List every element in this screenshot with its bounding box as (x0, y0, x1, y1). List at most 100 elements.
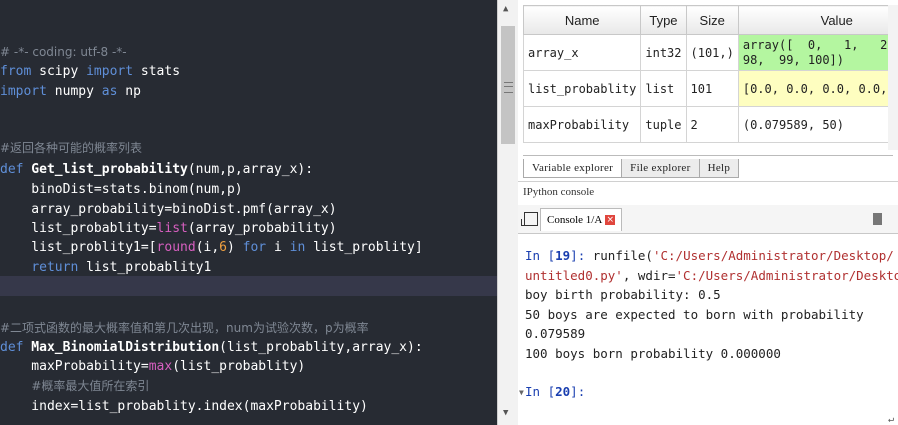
code-editor[interactable]: # -*- coding: utf-8 -*- from scipy import… (0, 0, 497, 425)
var-size: 2 (685, 106, 739, 143)
code-token: list (156, 221, 188, 236)
var-type: list (640, 70, 687, 107)
code-token: ) (227, 240, 243, 255)
col-header-type[interactable]: Type (640, 5, 687, 35)
code-token: import (86, 64, 134, 79)
options-icon[interactable] (873, 213, 882, 225)
code-line: # -*- coding: utf-8 -*- (0, 42, 127, 62)
code-token: binoDist=stats.binom(num,p) (0, 182, 243, 197)
code-token: #概率最大值所在索引 (31, 379, 150, 393)
code-line: index=list_probablity.index(maxProbabili… (0, 397, 368, 417)
console-output-line: 0.079589 (525, 326, 586, 341)
code-token: list_probablity1 (78, 260, 212, 275)
code-line: def Get_list_probability(num,p,array_x): (0, 160, 313, 180)
close-icon[interactable]: × (605, 215, 616, 226)
wdir-label: , wdir= (622, 267, 676, 283)
console-output-line: 50 boys are expected to born with probab… (525, 306, 864, 322)
code-token: index=list_probablity.index(maxProbabili… (0, 399, 368, 414)
code-token: def (0, 162, 24, 177)
editor-scrollbar[interactable]: ▲ ▼ (497, 0, 519, 425)
code-token: # -*- coding: utf-8 -*- (0, 45, 127, 59)
prompt-number: 19 (555, 248, 571, 263)
scroll-down-arrow-icon[interactable]: ▼ (519, 388, 524, 397)
code-token: scipy (31, 64, 87, 79)
code-token: for (242, 240, 267, 255)
var-name: list_probablity (522, 70, 642, 107)
var-value: [0.0, 0.0, 0.0, 0.0, 0.0, 0.… (737, 70, 898, 107)
code-token: array_probability=binoDist.pmf(array_x) (0, 202, 337, 217)
code-token: as (101, 84, 118, 99)
code-token: list_probablity= (0, 221, 157, 236)
var-type: int32 (640, 34, 687, 71)
var-size: (101,) (685, 34, 739, 71)
current-line-highlight (0, 276, 497, 296)
code-token: from (0, 64, 32, 79)
code-token: def (0, 340, 24, 355)
var-name: array_x (522, 34, 642, 71)
code-token: max (148, 359, 173, 374)
tab-file-explorer[interactable]: File explorer (621, 159, 700, 178)
code-line: array_probability=binoDist.pmf(array_x) (0, 200, 337, 220)
variable-scrollbar[interactable] (888, 5, 898, 150)
prompt-number: 20 (555, 384, 571, 399)
var-name: maxProbability (522, 106, 642, 143)
code-token: round (156, 240, 196, 255)
code-token: stats (133, 64, 181, 79)
code-line: list_probablity=list(array_probability) (0, 219, 336, 239)
console-tab-label: Console 1/A (547, 214, 603, 226)
tab-help[interactable]: Help (698, 159, 740, 178)
path-text: 'C:/Users/Administrator/Desktop/ (652, 248, 894, 263)
code-line: maxProbability=max(list_probablity) (0, 357, 305, 377)
console-output-line: boy birth probability: 0.5 (525, 287, 721, 302)
code-token: np (117, 84, 141, 99)
code-line: list_problity1=[round(i,6) for i in list… (0, 238, 423, 258)
path-text: 'C:/Users/Administrator/Desktop' (675, 267, 898, 283)
var-value: array([ 0, 1, 2, ..., 98, 99, 100]) (737, 34, 898, 71)
code-line: from scipy import stats (0, 62, 180, 82)
new-console-icon[interactable] (521, 212, 538, 226)
code-token: Get_list_probability (23, 162, 188, 177)
table-row[interactable]: maxProbability tuple 2 (0.079589, 50) (522, 106, 898, 143)
pane-tabs: Variable explorer File explorer Help (523, 155, 893, 178)
code-token: maxProbability= (0, 359, 149, 374)
var-type: tuple (640, 106, 687, 143)
table-row[interactable]: array_x int32 (101,) array([ 0, 1, 2, ..… (522, 34, 898, 71)
table-row[interactable]: list_probablity list 101 [0.0, 0.0, 0.0,… (522, 70, 898, 107)
col-header-name[interactable]: Name (522, 5, 642, 35)
col-header-value[interactable]: Value (737, 5, 898, 35)
outline-grip-icon (504, 82, 513, 93)
code-token: #返回各种可能的概率列表 (0, 141, 143, 155)
right-panel: Name Type Size Value array_x int32 (101,… (518, 0, 898, 425)
code-line: #概率最大值所在索引 (0, 376, 149, 396)
scroll-up-arrow-icon[interactable]: ▲ (503, 4, 508, 14)
pane-divider[interactable] (518, 181, 898, 182)
code-token: import (0, 84, 47, 99)
console-pane-title: IPython console (523, 186, 595, 198)
variable-explorer-table: Name Type Size Value array_x int32 (101,… (522, 5, 898, 143)
tab-variable-explorer[interactable]: Variable explorer (523, 159, 623, 178)
code-token: list_problity1=[ (0, 240, 157, 255)
var-value: (0.079589, 50) (737, 106, 898, 143)
scroll-down-arrow-icon[interactable]: ▼ (503, 408, 508, 418)
console-prompt-line[interactable]: In [20]: (525, 382, 897, 402)
code-token: (num,p,array_x): (187, 162, 314, 177)
runfile-text: runfile( (592, 248, 653, 263)
col-header-size[interactable]: Size (685, 5, 739, 35)
path-text: untitled0.py' (525, 267, 623, 283)
var-size: 101 (685, 70, 739, 107)
console-output-line: 100 boys born probability 0.000000 (525, 345, 781, 361)
code-token: return (31, 260, 79, 275)
code-line: import numpy as np (0, 82, 141, 102)
code-line: binoDist=stats.binom(num,p) (0, 180, 243, 200)
console-input-line: In [19]: runfile('C:/Users/Administrator… (525, 248, 894, 263)
code-token: numpy (46, 84, 102, 99)
console-tab-bar: Console 1/A × (518, 205, 898, 234)
console-tab[interactable]: Console 1/A × (540, 208, 623, 231)
code-token: in (289, 240, 306, 255)
code-line: return list_probablity1 (0, 258, 211, 278)
code-token: list_problity] (305, 240, 423, 255)
console-input-line: untitled0.py', wdir='C:/Users/Administra… (525, 266, 898, 286)
console-output[interactable]: In [19]: runfile('C:/Users/Administrator… (525, 246, 898, 402)
